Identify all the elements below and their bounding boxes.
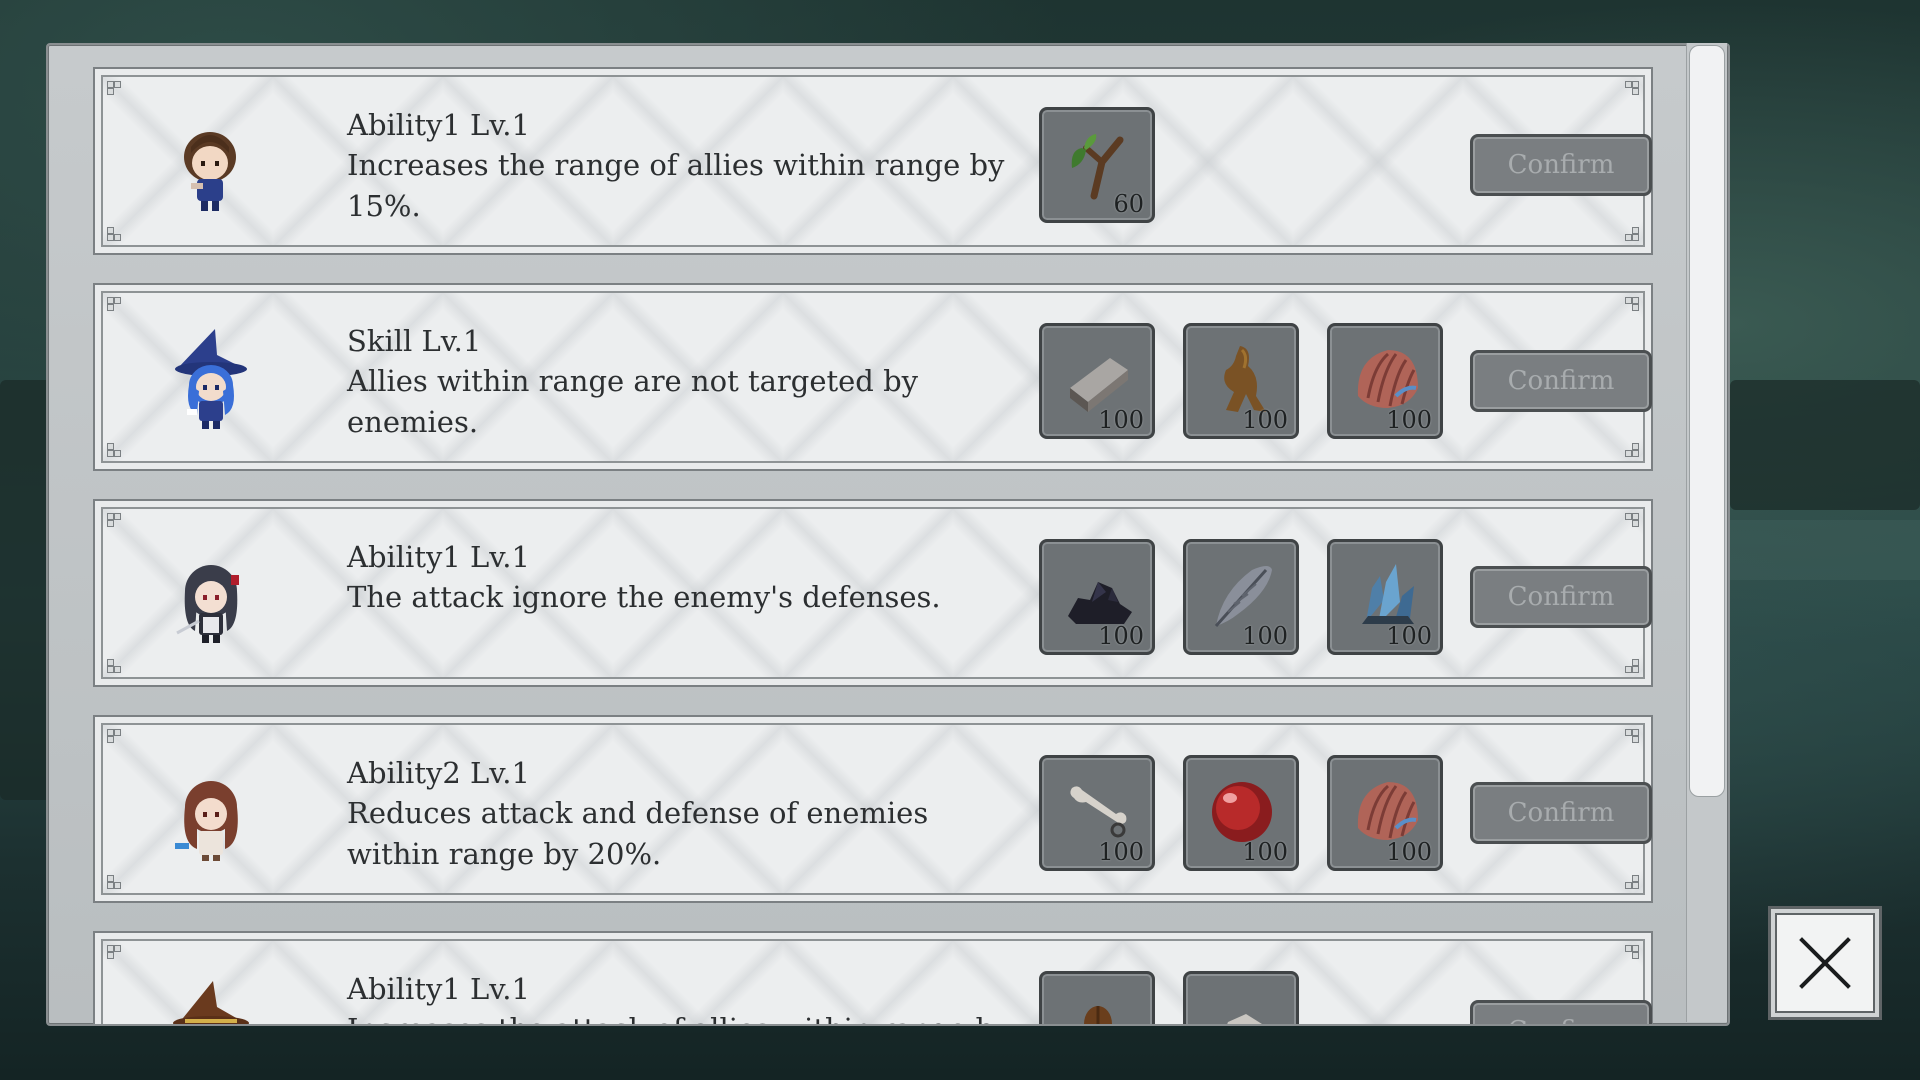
upgrade-card: Ability1 Lv.1 Increases the range of all… [93,67,1653,255]
material-slot[interactable]: 100 [1039,323,1155,439]
background-rock [1730,380,1920,510]
material-slot[interactable]: 100 [1327,323,1443,439]
corner-ornament [107,227,121,241]
material-quantity: 100 [1386,406,1432,434]
confirm-button[interactable]: Confirm [1470,782,1652,844]
confirm-button[interactable]: Confirm [1470,1000,1652,1024]
upgrade-panel: Ability1 Lv.1 Increases the range of all… [46,43,1730,1026]
upgrade-description: Reduces attack and defense of enemies wi… [347,796,929,871]
corner-ornament [107,443,121,457]
material-slot[interactable]: 100 [1183,539,1299,655]
upgrade-description: Allies within range are not targeted by … [347,364,919,439]
material-slot[interactable]: 100 [1039,539,1155,655]
hero-portrait-brown-hair [184,132,236,211]
upgrade-description: The attack ignore the enemy's defenses. [347,580,941,614]
material-slot[interactable] [1039,971,1155,1024]
corner-ornament [1625,513,1639,527]
close-button[interactable] [1768,906,1882,1020]
upgrade-list[interactable]: Ability1 Lv.1 Increases the range of all… [48,45,1688,1024]
material-slot[interactable]: 100 [1183,755,1299,871]
upgrade-description: Increases the range of allies within ran… [347,148,1005,223]
hero-portrait-maid [176,565,239,643]
material-quantity: 60 [1113,190,1144,218]
confirm-button[interactable]: Confirm [1470,134,1652,196]
corner-ornament [1625,443,1639,457]
stone-icon [1227,1014,1262,1024]
material-slot[interactable]: 100 [1327,539,1443,655]
upgrade-card: Skill Lv.1 Allies within range are not t… [93,283,1653,471]
material-quantity: 100 [1242,406,1288,434]
corner-ornament [107,945,121,959]
corner-ornament [107,875,121,889]
upgrade-description: Increases the attack of allies within ra… [347,1009,1027,1024]
upgrade-card: Ability1 Lv.1 Increases the attack of al… [93,931,1653,1024]
material-quantity: 100 [1386,622,1432,650]
material-quantity: 100 [1098,622,1144,650]
close-icon [1799,937,1851,989]
upgrade-title: Ability1 Lv.1 [347,540,530,574]
seed-icon [1084,1006,1112,1024]
corner-ornament [107,81,121,95]
scrollbar-thumb[interactable] [1689,45,1725,797]
upgrade-title: Ability2 Lv.1 [347,756,530,790]
upgrade-title: Skill Lv.1 [347,324,482,358]
material-slot[interactable] [1183,971,1299,1024]
material-slot[interactable]: 100 [1039,755,1155,871]
hero-portrait-priestess [175,781,238,861]
corner-ornament [107,729,121,743]
corner-ornament [1625,729,1639,743]
material-quantity: 100 [1242,622,1288,650]
material-quantity: 100 [1098,838,1144,866]
hero-portrait-blue-witch [175,329,247,429]
confirm-button[interactable]: Confirm [1470,350,1652,412]
material-quantity: 100 [1386,838,1432,866]
corner-ornament [1625,875,1639,889]
background-water [1700,520,1920,580]
corner-ornament [107,513,121,527]
corner-ornament [107,659,121,673]
material-quantity: 100 [1098,406,1144,434]
corner-ornament [107,297,121,311]
upgrade-title: Ability1 Lv.1 [347,972,530,1006]
corner-ornament [1625,659,1639,673]
confirm-button[interactable]: Confirm [1470,566,1652,628]
upgrade-card: Ability1 Lv.1 The attack ignore the enem… [93,499,1653,687]
material-slot[interactable]: 100 [1183,323,1299,439]
material-slot[interactable]: 100 [1327,755,1443,871]
corner-ornament [1625,81,1639,95]
list-scrollbar[interactable] [1686,43,1727,1022]
corner-ornament [1625,297,1639,311]
corner-ornament [1625,227,1639,241]
upgrade-card: Ability2 Lv.1 Reduces attack and defense… [93,715,1653,903]
corner-ornament [1625,945,1639,959]
upgrade-title: Ability1 Lv.1 [347,108,530,142]
material-quantity: 100 [1242,838,1288,866]
material-slot[interactable]: 60 [1039,107,1155,223]
hero-portrait-brown-witch [173,981,249,1024]
